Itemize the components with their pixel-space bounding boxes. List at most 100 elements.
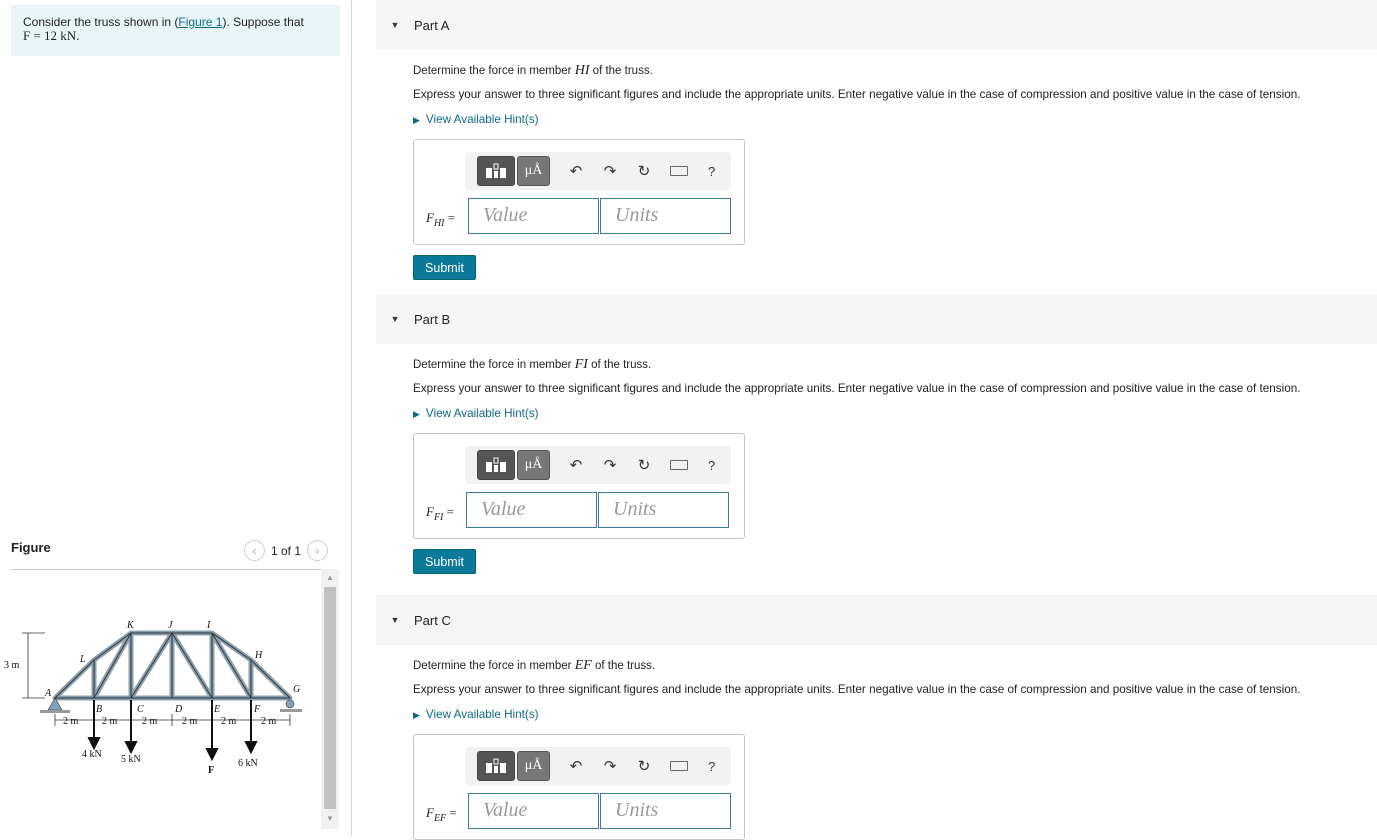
answer-box: μÅ ↶ ↷ ↻ ? FHI = Value Units: [413, 139, 745, 245]
submit-button[interactable]: Submit: [413, 549, 476, 574]
answer-box: μÅ ↶ ↷ ↻ ? FFI = Value Units: [413, 433, 745, 539]
templates-icon[interactable]: [477, 156, 515, 186]
value-input[interactable]: Value: [468, 793, 599, 829]
svg-text:D: D: [174, 704, 183, 715]
caret-right-icon: ▶: [413, 115, 420, 125]
svg-text:F: F: [253, 704, 261, 715]
svg-text:B: B: [96, 704, 102, 715]
part-a-header[interactable]: ▼ Part A: [376, 0, 1377, 50]
figure-heading: Figure: [11, 540, 51, 555]
part-a: ▼ Part A Determine the force in member HI…: [376, 0, 1377, 280]
templates-icon[interactable]: [477, 751, 515, 781]
units-input[interactable]: Units: [600, 198, 731, 234]
help-icon[interactable]: ?: [708, 164, 715, 179]
svg-text:2 m: 2 m: [221, 716, 237, 727]
svg-text:J: J: [168, 620, 173, 631]
reset-icon[interactable]: ↻: [636, 162, 652, 180]
redo-icon[interactable]: ↷: [602, 456, 618, 474]
units-icon[interactable]: μÅ: [517, 156, 550, 186]
svg-text:2 m: 2 m: [102, 716, 118, 727]
instructions: Express your answer to three significant…: [413, 683, 1301, 696]
variable-label: FFI =: [426, 504, 454, 523]
answer-toolbar: μÅ ↶ ↷ ↻ ?: [465, 446, 731, 484]
svg-text:F: F: [208, 765, 214, 776]
variable-label: FHI =: [426, 210, 456, 229]
part-title: Part A: [414, 17, 450, 33]
value-input[interactable]: Value: [468, 198, 599, 234]
part-title: Part B: [414, 311, 451, 327]
svg-text:I: I: [206, 620, 211, 631]
caret-right-icon: ▶: [413, 710, 420, 720]
height-label: 3 m: [4, 660, 20, 671]
svg-text:4 kN: 4 kN: [82, 749, 102, 760]
svg-text:2 m: 2 m: [63, 716, 79, 727]
svg-text:6 kN: 6 kN: [238, 758, 258, 769]
prev-figure-button[interactable]: ‹: [244, 540, 265, 561]
part-title: Part C: [414, 612, 451, 628]
help-icon[interactable]: ?: [708, 759, 715, 774]
view-hints-link[interactable]: ▶ View Available Hint(s): [413, 407, 1377, 420]
svg-text:G: G: [293, 684, 300, 695]
question: Determine the force in member FI of the …: [413, 357, 652, 372]
svg-text:C: C: [137, 704, 144, 715]
submit-button[interactable]: Submit: [413, 255, 476, 280]
panel-divider: [351, 0, 352, 836]
caret-down-icon[interactable]: ▼: [376, 615, 414, 625]
svg-text:H: H: [254, 650, 263, 661]
svg-text:E: E: [213, 704, 220, 715]
units-input[interactable]: Units: [600, 793, 731, 829]
pager-label: 1 of 1: [271, 543, 302, 558]
undo-icon[interactable]: ↶: [568, 757, 584, 775]
redo-icon[interactable]: ↷: [602, 757, 618, 775]
figure-link[interactable]: Figure 1: [178, 15, 222, 29]
answer-toolbar: μÅ ↶ ↷ ↻ ?: [465, 747, 731, 785]
part-b-header[interactable]: ▼ Part B: [376, 294, 1377, 344]
templates-icon[interactable]: [477, 450, 515, 480]
redo-icon[interactable]: ↷: [602, 162, 618, 180]
value-input[interactable]: Value: [466, 492, 597, 528]
scroll-thumb[interactable]: [324, 587, 336, 809]
svg-text:L: L: [79, 654, 86, 665]
view-hints-link[interactable]: ▶ View Available Hint(s): [413, 113, 1377, 126]
variable-label: FEF =: [426, 805, 457, 824]
svg-text:2 m: 2 m: [142, 716, 158, 727]
question: Determine the force in member EF of the …: [413, 658, 656, 673]
figure-scrollbar[interactable]: ▲ ▼: [321, 569, 339, 829]
part-c-header[interactable]: ▼ Part C: [376, 595, 1377, 645]
part-b: ▼ Part B Determine the force in member FI…: [376, 294, 1377, 574]
units-icon[interactable]: μÅ: [517, 751, 550, 781]
answer-toolbar: μÅ ↶ ↷ ↻ ?: [465, 152, 731, 190]
given-value: F = 12 kN.: [23, 28, 80, 43]
scroll-up-icon[interactable]: ▲: [326, 573, 334, 582]
reset-icon[interactable]: ↻: [636, 456, 652, 474]
problem-text-after: ). Suppose that: [222, 15, 304, 29]
keyboard-icon[interactable]: [670, 761, 688, 771]
answer-box: μÅ ↶ ↷ ↻ ? FEF = Value Units: [413, 734, 745, 840]
view-hints-link[interactable]: ▶ View Available Hint(s): [413, 708, 1377, 721]
reset-icon[interactable]: ↻: [636, 757, 652, 775]
units-input[interactable]: Units: [598, 492, 729, 528]
problem-text: Consider the truss shown in (: [23, 15, 179, 29]
help-icon[interactable]: ?: [708, 458, 715, 473]
caret-down-icon[interactable]: ▼: [376, 20, 414, 30]
next-figure-button[interactable]: ›: [307, 540, 329, 561]
svg-text:K: K: [126, 620, 135, 631]
keyboard-icon[interactable]: [670, 166, 688, 176]
svg-text:2 m: 2 m: [261, 716, 277, 727]
figure-pager: ‹ 1 of 1 ›: [244, 540, 329, 561]
question: Determine the force in member HI of the …: [413, 63, 653, 78]
instructions: Express your answer to three significant…: [413, 382, 1301, 395]
svg-text:A: A: [44, 688, 52, 699]
caret-right-icon: ▶: [413, 409, 420, 419]
figure-divider: [11, 569, 321, 570]
right-panel: ▼ Part A Determine the force in member HI…: [376, 0, 1377, 840]
units-icon[interactable]: μÅ: [517, 450, 550, 480]
caret-down-icon[interactable]: ▼: [376, 314, 414, 324]
undo-icon[interactable]: ↶: [568, 456, 584, 474]
truss-figure: AB C DEF GHI JKL 3 m 2 m2 m2 m 2 m2 m2 m …: [4, 620, 302, 776]
scroll-down-icon[interactable]: ▼: [326, 814, 334, 823]
keyboard-icon[interactable]: [670, 460, 688, 470]
part-c: ▼ Part C Determine the force in member EF…: [376, 595, 1377, 840]
undo-icon[interactable]: ↶: [568, 162, 584, 180]
left-panel: Consider the truss shown in (Figure 1). …: [0, 0, 350, 836]
